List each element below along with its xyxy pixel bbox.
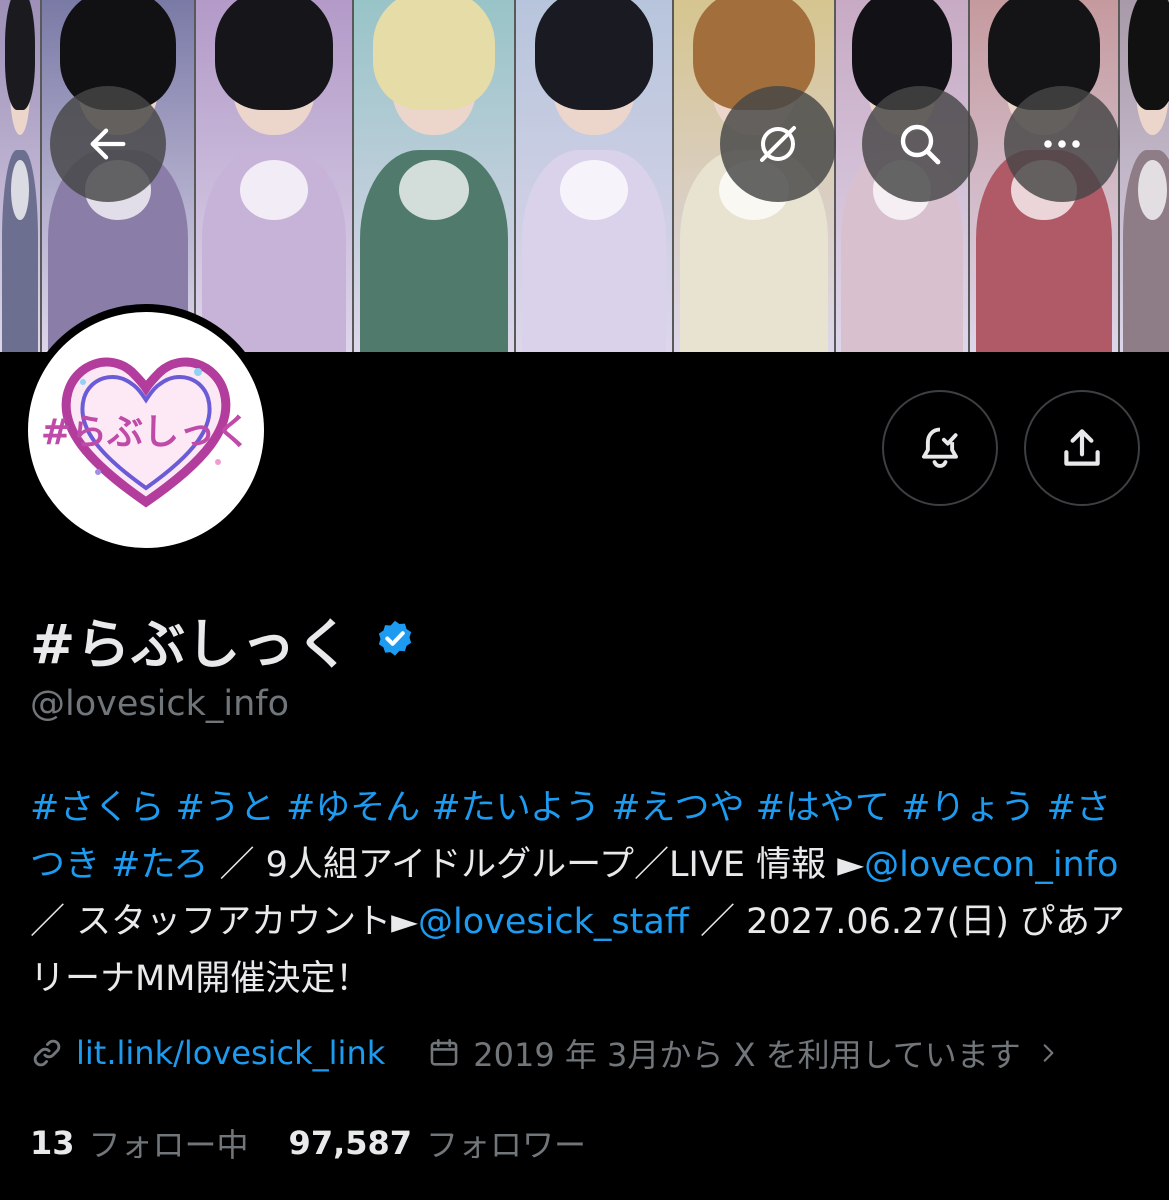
notifications-button[interactable]: [882, 390, 998, 506]
bio-hashtag[interactable]: #うと: [175, 788, 274, 828]
bio-hashtag[interactable]: #たいよう: [431, 788, 600, 828]
chevron-right-icon[interactable]: [1035, 1040, 1061, 1066]
banner-member-photo: [516, 0, 674, 352]
profile-banner[interactable]: [0, 0, 1169, 352]
bio-hashtag[interactable]: #えつや: [611, 788, 744, 828]
more-horizontal-icon: [1044, 140, 1080, 148]
bio-hashtag[interactable]: #さくら: [30, 788, 164, 828]
share-button[interactable]: [1024, 390, 1140, 506]
bio: #さくら #うと #ゆそん #たいよう #えつや #はやて #りょう #さつき …: [30, 780, 1145, 1008]
bio-text: ／ スタッフアカウント►: [30, 902, 419, 942]
arrow-left-icon: [90, 128, 126, 160]
following-label[interactable]: フォロー中: [89, 1120, 249, 1166]
svg-text:#らぶしっく: #らぶしっく: [41, 412, 251, 453]
banner-member-photo: [196, 0, 354, 352]
profile-website-link[interactable]: lit.link/lovesick_link: [76, 1034, 385, 1072]
link-icon: [30, 1036, 64, 1070]
banner-member-photo: [0, 0, 42, 352]
followers-count[interactable]: 97,587: [289, 1124, 412, 1162]
bio-mention-staff[interactable]: @lovesick_staff: [418, 902, 689, 942]
more-button[interactable]: [1004, 86, 1120, 202]
verified-badge-icon[interactable]: [373, 618, 417, 662]
bio-hashtag[interactable]: #たろ: [111, 845, 208, 885]
banner-member-photo: [354, 0, 516, 352]
grok-button[interactable]: [720, 86, 836, 202]
notification-bell-check-icon: [922, 427, 958, 468]
bio-text: ／ 9人組アイドルグループ／LIVE 情報 ►: [208, 845, 865, 885]
joined-date[interactable]: 2019 年 3月から X を利用しています: [473, 1030, 1020, 1076]
search-icon: [900, 124, 941, 165]
search-button[interactable]: [862, 86, 978, 202]
display-name: #らぶしっく: [30, 613, 352, 676]
profile-avatar[interactable]: #らぶしっく: [20, 304, 272, 556]
bio-mention-lovecon[interactable]: @lovecon_info: [864, 845, 1118, 885]
calendar-icon: [427, 1036, 461, 1070]
following-count[interactable]: 13: [30, 1124, 75, 1162]
profile-meta: lit.link/lovesick_link 2019 年 3月から X を利用…: [30, 1030, 1073, 1076]
handle: @lovesick_info: [30, 684, 289, 724]
bio-hashtag[interactable]: #はやて: [756, 788, 890, 828]
banner-member-photo: [1120, 0, 1169, 352]
bio-hashtag[interactable]: #ゆそん: [286, 788, 420, 828]
name-row: #らぶしっく: [30, 600, 417, 679]
grok-icon: [760, 126, 796, 162]
share-icon: [1064, 429, 1100, 466]
follow-stats: 13 フォロー中 97,587 フォロワー: [30, 1120, 586, 1166]
avatar-logo: #らぶしっく: [28, 312, 264, 548]
back-button[interactable]: [50, 86, 166, 202]
bio-hashtag[interactable]: #りょう: [901, 788, 1035, 828]
followers-label[interactable]: フォロワー: [426, 1120, 586, 1166]
